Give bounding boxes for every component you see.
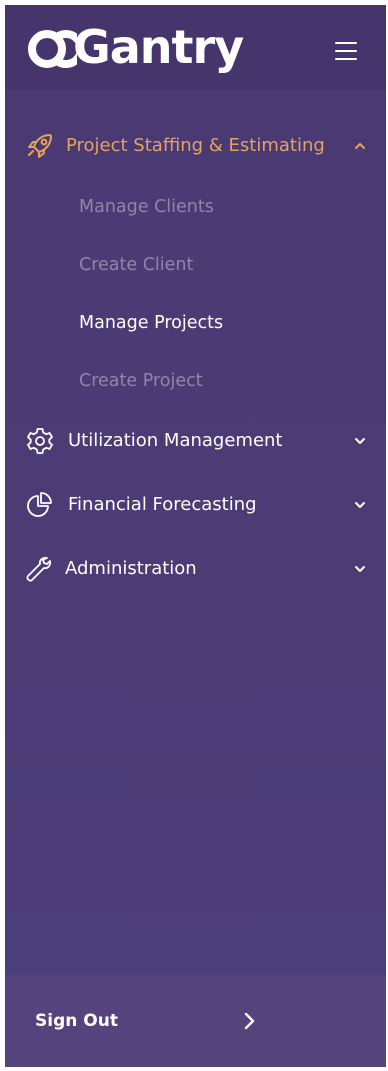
sign-out-button[interactable]: Sign Out <box>35 1009 118 1033</box>
chevron-right-icon[interactable] <box>241 1011 257 1031</box>
nav-section-administration[interactable]: Administration <box>5 547 386 591</box>
nav-item-create-project[interactable]: Create Project <box>79 366 203 396</box>
hamburger-menu-icon[interactable] <box>333 41 359 61</box>
chevron-down-icon[interactable] <box>353 562 367 576</box>
nav-section-utilization[interactable]: Utilization Management <box>5 419 386 463</box>
nav-section-financial[interactable]: Financial Forecasting <box>5 483 386 527</box>
wrench-icon <box>26 556 52 582</box>
pie-chart-icon <box>27 492 52 517</box>
nav-item-create-client[interactable]: Create Client <box>79 250 193 280</box>
logo-mark-icon <box>28 30 77 68</box>
chevron-down-icon[interactable] <box>353 434 367 448</box>
logo-text: Gantry <box>73 20 244 74</box>
sidebar-footer: Sign Out <box>5 975 386 1067</box>
rocket-icon <box>28 134 52 158</box>
nav-item-manage-projects[interactable]: Manage Projects <box>79 308 223 338</box>
nav-section-label: Project Staffing & Estimating <box>66 135 325 156</box>
nav-section-label: Financial Forecasting <box>68 494 257 515</box>
sidebar-header: Gantry <box>5 5 386 90</box>
chevron-down-icon[interactable] <box>353 498 367 512</box>
nav-item-manage-clients[interactable]: Manage Clients <box>79 192 214 222</box>
sidebar: Gantry Project Staffing & Estimating Man… <box>5 5 386 1067</box>
nav-section-label: Administration <box>65 558 197 579</box>
gear-icon <box>27 428 53 454</box>
nav-section-label: Utilization Management <box>68 430 283 451</box>
chevron-up-icon[interactable] <box>353 139 367 153</box>
nav-section-project-staffing[interactable]: Project Staffing & Estimating <box>5 124 386 168</box>
